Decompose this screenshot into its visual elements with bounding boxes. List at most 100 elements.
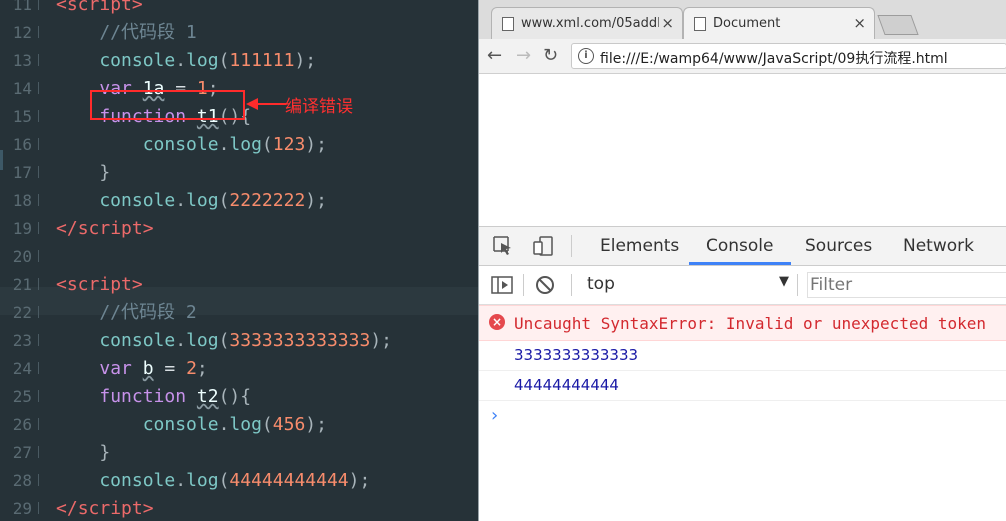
code-token: console bbox=[56, 50, 176, 71]
code-token: log bbox=[186, 330, 219, 351]
code-token: } bbox=[56, 162, 111, 183]
code-text: console.log(44444444444); bbox=[56, 467, 370, 495]
line-number: 26 bbox=[12, 415, 32, 434]
code-text: <script> bbox=[56, 271, 143, 299]
line-number: 23 bbox=[12, 331, 32, 350]
page-viewport bbox=[479, 74, 1006, 226]
code-line[interactable]: 22 //代码段 2 bbox=[0, 299, 478, 327]
code-line[interactable]: 17 } bbox=[0, 159, 478, 187]
code-token: . bbox=[175, 330, 187, 351]
code-line[interactable]: 11 <script> bbox=[0, 0, 478, 19]
code-token: console bbox=[56, 330, 176, 351]
code-line[interactable]: 18 console.log(2222222); bbox=[0, 187, 478, 215]
tab-document[interactable]: Document × bbox=[683, 7, 875, 39]
code-token: log bbox=[186, 470, 219, 491]
code-line[interactable]: 16 console.log(123); bbox=[0, 131, 478, 159]
code-line[interactable]: 20 bbox=[0, 243, 478, 271]
code-text: function t2(){ bbox=[56, 383, 251, 411]
clear-console-icon[interactable] bbox=[535, 275, 555, 295]
code-line[interactable]: 13 console.log(111111); bbox=[0, 47, 478, 75]
indent-guide bbox=[38, 26, 49, 38]
code-line[interactable]: 25 function t2(){ bbox=[0, 383, 478, 411]
code-token: 44444444444 bbox=[229, 470, 349, 491]
console-log-message: 3333333333333 bbox=[479, 341, 1006, 371]
tab-xml[interactable]: www.xml.com/05addEl × bbox=[491, 7, 683, 39]
toolbar-divider bbox=[797, 274, 798, 296]
indent-guide bbox=[38, 82, 49, 94]
code-token: log bbox=[186, 190, 219, 211]
code-token: console bbox=[56, 134, 219, 155]
line-number: 28 bbox=[12, 471, 32, 490]
line-number: 19 bbox=[12, 219, 32, 238]
code-text: </script> bbox=[56, 215, 154, 243]
code-token: script bbox=[77, 218, 143, 239]
indent-guide bbox=[38, 502, 49, 514]
code-line[interactable]: 12 //代码段 1 bbox=[0, 19, 478, 47]
indent-guide bbox=[38, 194, 49, 206]
code-text: console.log(111111); bbox=[56, 47, 316, 75]
console-prompt-icon[interactable]: › bbox=[491, 405, 498, 426]
browser-toolbar: ← → ↻ i file:///E:/wamp64/www/JavaScript… bbox=[479, 39, 1006, 74]
code-text: console.log(123); bbox=[56, 131, 327, 159]
code-token: b bbox=[142, 358, 154, 379]
code-line[interactable]: 23 console.log(3333333333333); bbox=[0, 327, 478, 355]
code-line[interactable]: 24 var b = 2; bbox=[0, 355, 478, 383]
error-annotation: 编译错误 bbox=[285, 97, 353, 117]
code-token: t2 bbox=[196, 386, 219, 407]
forward-button[interactable]: → bbox=[516, 45, 531, 66]
code-line[interactable]: 28 console.log(44444444444); bbox=[0, 467, 478, 495]
code-token: . bbox=[175, 470, 187, 491]
indent-guide bbox=[38, 0, 49, 10]
code-token: ); bbox=[305, 134, 327, 155]
code-editor[interactable]: 11 <script> 12 //代码段 1 13 console.log(11111… bbox=[0, 0, 478, 521]
code-token: ); bbox=[370, 330, 392, 351]
new-tab-button[interactable] bbox=[877, 15, 919, 35]
tab-sources[interactable]: Sources bbox=[805, 236, 872, 256]
code-token: > bbox=[131, 0, 143, 15]
active-tab-indicator bbox=[689, 262, 791, 265]
filter-input[interactable] bbox=[807, 272, 1006, 298]
tab-console[interactable]: Console bbox=[706, 236, 774, 256]
url-text[interactable]: file:///E:/wamp64/www/JavaScript/09执行流程.… bbox=[600, 48, 948, 68]
line-number: 14 bbox=[12, 79, 32, 98]
indent-guide bbox=[38, 138, 49, 150]
code-token: 2222222 bbox=[229, 190, 306, 211]
close-icon[interactable]: × bbox=[661, 14, 674, 32]
line-number: 20 bbox=[12, 247, 32, 266]
code-token: 111111 bbox=[229, 50, 295, 71]
code-line[interactable]: 26 console.log(456); bbox=[0, 411, 478, 439]
reload-button[interactable]: ↻ bbox=[543, 45, 558, 66]
code-line[interactable]: 27 } bbox=[0, 439, 478, 467]
line-number: 18 bbox=[12, 191, 32, 210]
address-bar[interactable]: i file:///E:/wamp64/www/JavaScript/09执行流… bbox=[571, 43, 1006, 69]
back-button[interactable]: ← bbox=[487, 45, 502, 66]
caret-down-icon: ▼ bbox=[779, 274, 789, 289]
code-token: console bbox=[56, 190, 176, 211]
sidebar-toggle-icon[interactable] bbox=[491, 276, 513, 294]
code-token: 123 bbox=[272, 134, 306, 155]
tab-network[interactable]: Network bbox=[903, 236, 974, 256]
toolbar-divider bbox=[523, 274, 524, 296]
context-selector[interactable]: top ▼ bbox=[579, 272, 789, 298]
code-token: ); bbox=[348, 470, 371, 491]
code-line[interactable]: 29 </script> bbox=[0, 495, 478, 521]
line-number: 16 bbox=[12, 135, 32, 154]
line-number: 21 bbox=[12, 275, 32, 294]
tab-elements[interactable]: Elements bbox=[600, 236, 679, 256]
line-number: 29 bbox=[12, 499, 32, 518]
device-toolbar-icon[interactable] bbox=[533, 236, 553, 256]
code-line[interactable]: 21 <script> bbox=[0, 271, 478, 299]
code-line[interactable]: 19 </script> bbox=[0, 215, 478, 243]
code-token: </ bbox=[56, 498, 78, 519]
code-token: ); bbox=[305, 190, 327, 211]
code-text: var b = 2; bbox=[56, 355, 207, 383]
code-token: log bbox=[186, 50, 219, 71]
info-icon[interactable]: i bbox=[578, 48, 594, 64]
indent-guide bbox=[38, 166, 49, 178]
line-number: 27 bbox=[12, 443, 32, 462]
inspect-element-icon[interactable] bbox=[493, 236, 513, 256]
tab-strip: www.xml.com/05addEl × Document × bbox=[479, 0, 1006, 39]
close-icon[interactable]: × bbox=[853, 14, 866, 32]
code-token: 2 bbox=[186, 358, 197, 379]
